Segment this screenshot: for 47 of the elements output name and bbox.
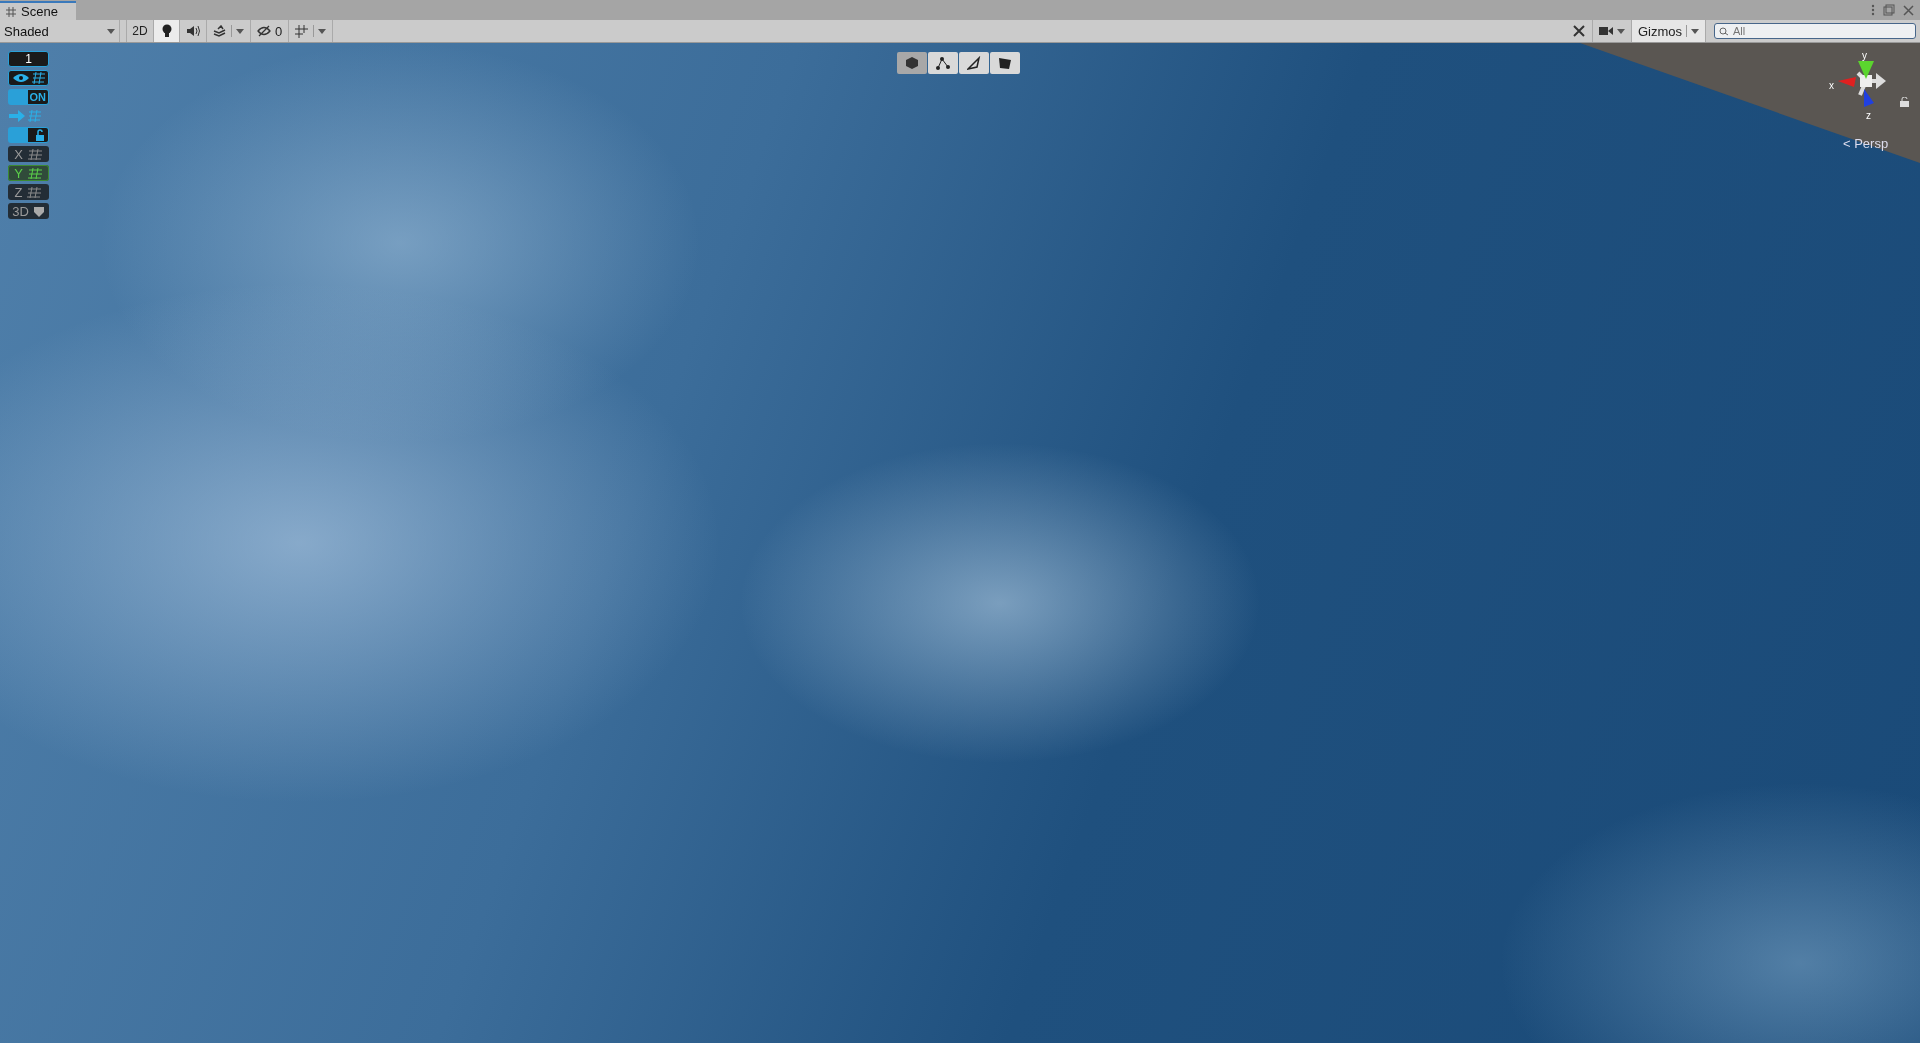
layers-icon	[213, 25, 227, 37]
grid-icon	[6, 6, 16, 17]
tab-label: Scene	[21, 4, 58, 19]
padlock-icon	[34, 129, 46, 141]
search-field[interactable]: All	[1714, 23, 1916, 39]
cube-tool-button[interactable]	[897, 52, 927, 74]
y-axis-label: y	[1862, 51, 1867, 61]
caret-icon	[1691, 28, 1699, 34]
shield-icon	[32, 205, 45, 217]
caret-icon	[1616, 28, 1625, 34]
lock-toggle[interactable]	[8, 127, 49, 143]
crossed-eye-icon	[257, 25, 271, 37]
visibility-toggle[interactable]	[8, 70, 49, 86]
2d-toggle-button[interactable]: 2D	[126, 20, 154, 42]
scene-tab[interactable]: Scene	[0, 1, 76, 20]
crossed-tools-icon	[1571, 24, 1586, 38]
3d-mode-toggle[interactable]: 3D	[8, 203, 49, 219]
axis-toggle[interactable]: Y	[8, 165, 49, 181]
grid-icon	[295, 24, 310, 38]
caret-icon	[236, 28, 244, 34]
speaker-icon	[186, 25, 200, 37]
nodes-tool-button[interactable]	[928, 52, 958, 74]
on-toggle[interactable]: ON	[8, 89, 49, 105]
axis-toggle[interactable]: X	[8, 146, 49, 162]
connected-nodes-icon	[935, 56, 951, 70]
shape-tool-button[interactable]	[990, 52, 1020, 74]
close-icon[interactable]	[1903, 4, 1914, 16]
z-axis-label: z	[1866, 110, 1871, 121]
pen-tool-button[interactable]	[959, 52, 989, 74]
orientation-gizmo-drawing[interactable]: y x z	[1826, 51, 1906, 131]
caret-icon	[107, 28, 115, 34]
x-axis-label: x	[1829, 80, 1834, 91]
lighting-toggle-button[interactable]	[154, 20, 180, 42]
axis-toggle[interactable]: Z	[8, 184, 49, 200]
camera-icon	[1598, 26, 1613, 36]
more-options-icon[interactable]	[1871, 4, 1875, 16]
triangle-outline-icon	[967, 56, 981, 70]
projection-toggle[interactable]: < Persp	[1843, 136, 1889, 151]
search-icon	[1719, 27, 1730, 36]
caret-icon	[318, 28, 327, 34]
quad-shape-icon	[998, 56, 1012, 70]
eye-grid-icon	[11, 72, 46, 84]
cube-icon	[905, 56, 919, 70]
number-display: 1	[8, 51, 49, 67]
padlock-icon[interactable]	[1900, 97, 1909, 107]
gizmos-dropdown[interactable]: Gizmos	[1631, 20, 1706, 42]
light-bulb-icon	[160, 24, 173, 38]
